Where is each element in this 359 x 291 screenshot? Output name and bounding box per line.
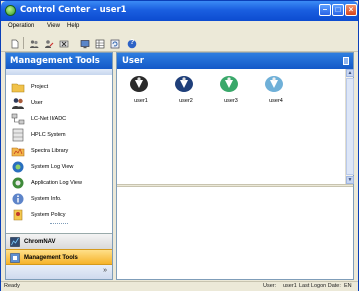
toolbar: ? — [1, 34, 358, 52]
minimize-button[interactable]: – — [319, 4, 331, 16]
user-label: user1 — [134, 98, 148, 104]
scroll-up-button[interactable]: ▲ — [346, 69, 354, 77]
user-avatar-icon — [175, 76, 193, 92]
status-language: EN — [344, 283, 352, 289]
user-tile-user1[interactable]: user1 — [123, 75, 159, 111]
user-detail-area — [117, 187, 353, 279]
help-glyph: ? — [130, 39, 135, 46]
chromnav-icon — [10, 237, 20, 247]
spectra-library-icon — [11, 147, 25, 157]
tree-item-lc-net[interactable]: LC-Net II/ADC — [9, 111, 111, 127]
app-icon — [5, 5, 16, 16]
management-tools-panel: Management Tools Project User LC-Net II/… — [5, 52, 113, 280]
status-user-label: User: — [263, 283, 277, 289]
control-center-window: Control Center - user1 – □ × Operation V… — [0, 0, 359, 291]
nav-button-label: Management Tools — [24, 255, 78, 261]
close-button[interactable]: × — [345, 4, 357, 16]
user-label: user4 — [269, 98, 283, 104]
tree-item-user[interactable]: User — [9, 95, 111, 111]
new-doc-icon[interactable] — [7, 36, 21, 50]
user-tile-user3[interactable]: user3 — [213, 75, 249, 111]
tree-item-project[interactable]: Project — [9, 79, 111, 95]
user-label: user2 — [179, 98, 193, 104]
toolbar-separator — [23, 37, 24, 49]
scroll-down-button[interactable]: ▼ — [346, 176, 354, 184]
tree-item-label: System Log View — [31, 164, 74, 170]
user-tile-user2[interactable]: user2 — [168, 75, 204, 111]
chevron-down-icon[interactable]: » — [103, 267, 107, 274]
menu-view[interactable]: View — [47, 23, 60, 29]
scroll-thumb[interactable] — [346, 78, 354, 175]
tree-item-system-policy[interactable]: System Policy — [9, 207, 111, 223]
menu-help[interactable]: Help — [67, 23, 79, 29]
menu-operation[interactable]: Operation — [8, 23, 34, 29]
tree-item-spectra-library[interactable]: Spectra Library — [9, 143, 111, 159]
delete-icon[interactable] — [56, 36, 70, 50]
user-avatar-icon — [130, 76, 148, 92]
system-log-icon — [12, 161, 24, 173]
user-icon — [12, 98, 24, 109]
user-list: user1 user2 user3 user4 — [117, 69, 345, 184]
tree-item-system-info[interactable]: System Info. — [9, 191, 111, 207]
panel-splitter[interactable] — [50, 223, 68, 225]
system-info-icon — [12, 193, 24, 205]
tree-item-label: User — [31, 100, 43, 106]
tree-item-label: Spectra Library — [31, 148, 69, 154]
status-text: Ready — [4, 283, 20, 289]
tree-item-label: System Info. — [31, 196, 62, 202]
user-avatar-icon — [265, 76, 283, 92]
nav-button-chromnav[interactable]: ChromNAV — [6, 233, 112, 249]
system-policy-icon — [13, 209, 23, 221]
tree-item-label: Application Log View — [31, 180, 82, 186]
refresh-icon[interactable] — [107, 36, 121, 50]
user-avatar-icon — [220, 76, 238, 92]
window-title: Control Center - user1 — [20, 5, 127, 15]
user-edit-icon[interactable] — [41, 36, 55, 50]
menu-bar: Operation View Help — [1, 21, 358, 34]
users-icon[interactable] — [26, 36, 40, 50]
tree-item-label: Project — [31, 84, 49, 90]
help-icon[interactable]: ? — [124, 36, 138, 50]
nav-overflow-bar[interactable]: » — [6, 265, 112, 279]
right-panel-title-text: User — [122, 56, 144, 66]
status-bar: Ready User: user1 Last Logon Date: EN — [1, 281, 358, 291]
title-bar[interactable]: Control Center - user1 – □ × — [1, 1, 358, 21]
tree-item-system-log-view[interactable]: System Log View — [9, 159, 111, 175]
hplc-system-icon — [12, 128, 24, 142]
user-panel: User user1 user2 user3 user4 ▲ ▼ — [116, 52, 354, 280]
tree-item-label: HPLC System — [31, 132, 66, 138]
table-icon[interactable] — [92, 36, 106, 50]
tree-item-label: LC-Net II/ADC — [31, 116, 67, 122]
right-panel-title: User — [117, 53, 353, 69]
tree-item-hplc-system[interactable]: HPLC System — [9, 127, 111, 143]
maximize-button[interactable]: □ — [332, 4, 344, 16]
status-user-value: user1 — [283, 283, 297, 289]
tree-item-application-log-view[interactable]: Application Log View — [9, 175, 111, 191]
user-list-scrollbar[interactable]: ▲ ▼ — [345, 69, 354, 184]
left-panel-strip — [6, 69, 112, 75]
lc-net-icon — [11, 113, 25, 125]
management-tools-icon — [10, 253, 20, 263]
nav-button-management-tools[interactable]: Management Tools — [6, 249, 112, 265]
status-last-logon-label: Last Logon Date: — [299, 283, 341, 289]
left-panel-title: Management Tools — [6, 53, 112, 69]
pin-icon[interactable] — [343, 57, 349, 65]
nav-button-label: ChromNAV — [24, 239, 56, 245]
tree-item-label: System Policy — [31, 212, 66, 218]
user-tile-user4[interactable]: user4 — [258, 75, 294, 111]
project-folder-icon — [11, 83, 25, 93]
user-label: user3 — [224, 98, 238, 104]
monitor-icon[interactable] — [77, 36, 91, 50]
application-log-icon — [12, 177, 24, 189]
